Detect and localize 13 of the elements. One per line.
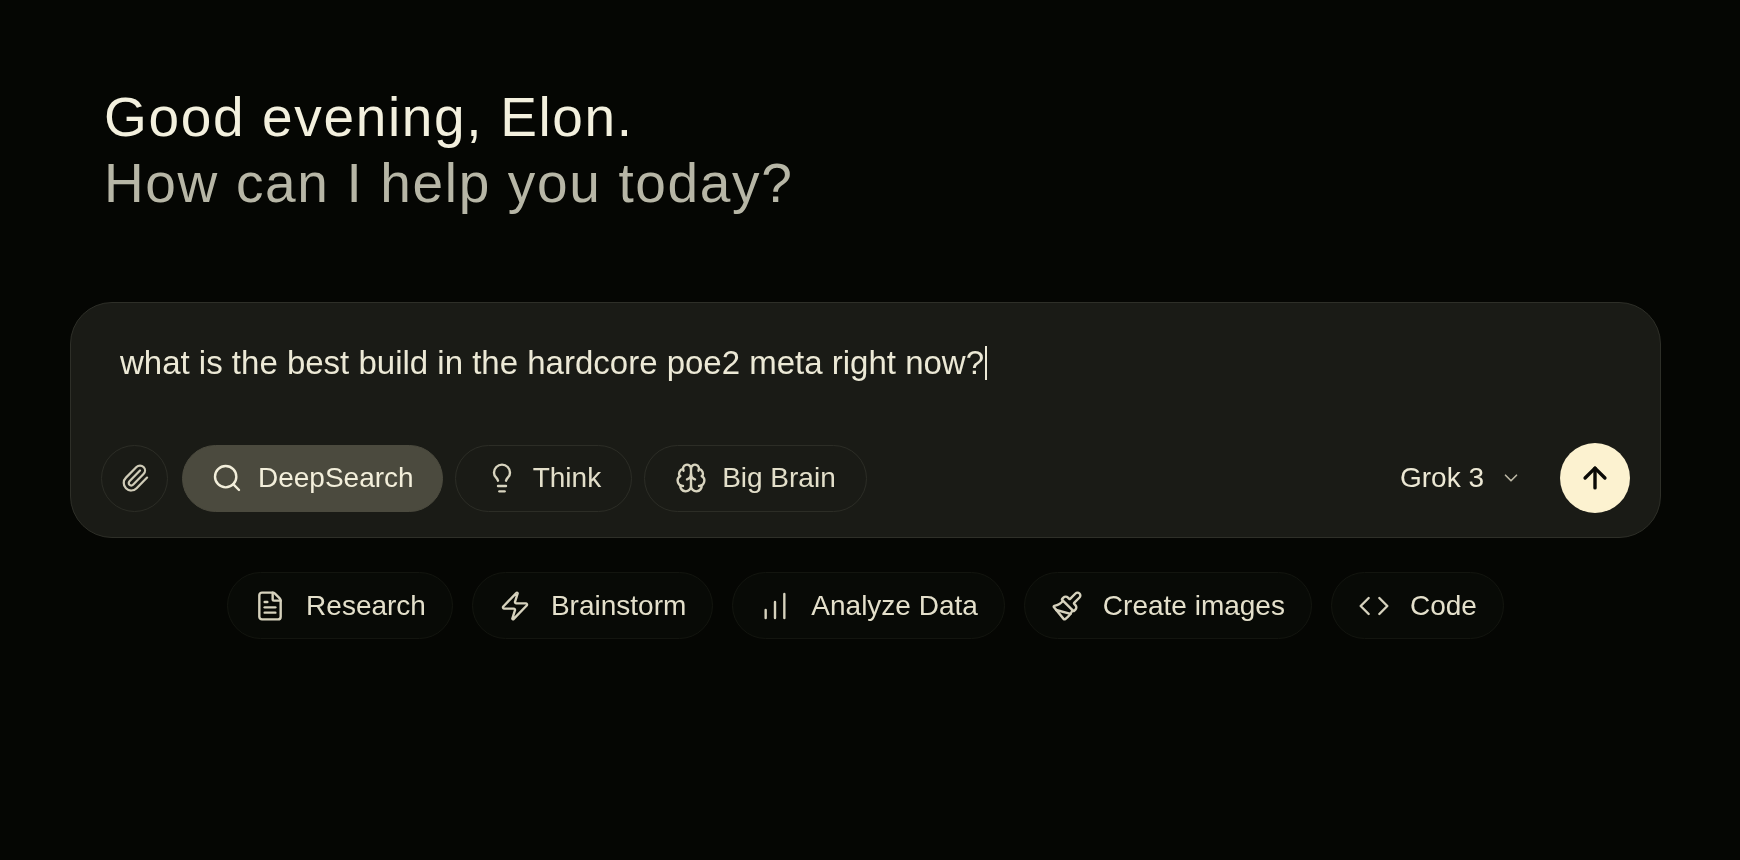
search-icon	[211, 462, 243, 494]
suggestion-chip[interactable]: Create images	[1023, 572, 1312, 639]
prompt-input[interactable]: what is the best build in the hardcore poe2 meta right now?	[101, 343, 1630, 383]
suggestion-chip[interactable]: Analyze Data	[732, 572, 1005, 639]
suggestion-chip[interactable]: Brainstorm	[471, 572, 714, 639]
mode-toggle[interactable]: DeepSearch	[182, 444, 443, 512]
model-selector[interactable]: Grok 3	[1399, 457, 1522, 499]
greeting-subtitle: How can I help you today?	[104, 151, 794, 216]
paintbrush-icon	[1050, 589, 1083, 622]
suggestion-chip[interactable]: Research	[227, 572, 453, 639]
suggestion-chip[interactable]: Code	[1330, 572, 1504, 639]
greeting-title: Good evening, Elon.	[104, 85, 634, 150]
brain-icon	[675, 462, 708, 494]
